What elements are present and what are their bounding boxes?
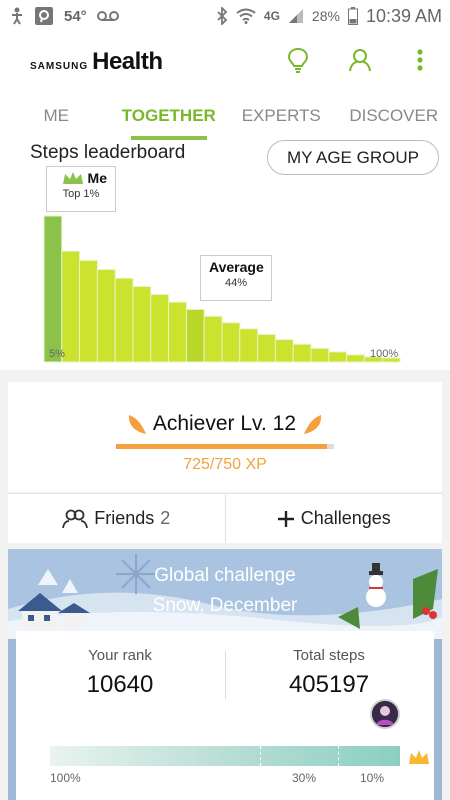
clock-text: 10:39 AM [365, 5, 442, 26]
network-type-text: 4G [263, 9, 280, 23]
bluetooth-icon [216, 6, 228, 26]
challenge-progress-bar [50, 746, 400, 766]
wifi-icon [236, 6, 256, 26]
app-header: SAMSUNG Health [0, 32, 450, 90]
axis-start-label: 5% [49, 348, 65, 360]
avatar [370, 699, 400, 729]
crown-icon [409, 750, 429, 764]
scale-label-30: 30% [292, 771, 317, 785]
leaderboard-bar [168, 301, 187, 363]
winter-banner-illustration [8, 549, 442, 639]
tab-experts[interactable]: EXPERTS [225, 90, 338, 140]
leaderboard-bar [114, 277, 134, 363]
leaderboard-bar [79, 260, 98, 363]
challenges-label: Challenges [300, 508, 391, 528]
more-vert-icon[interactable] [406, 46, 434, 74]
leaderboard-bar [43, 215, 63, 363]
friends-label: Friends [94, 508, 155, 528]
stats-divider [225, 651, 226, 699]
progress-marker-10 [338, 746, 339, 766]
lightbulb-icon[interactable] [284, 46, 312, 74]
challenges-button[interactable]: Challenges [224, 494, 443, 543]
social-actions: Friends 2 Challenges [8, 493, 442, 543]
challenge-stats: Your rank 10640 Total steps 405197 100% … [16, 631, 434, 800]
achiever-title: Achiever Lv. 12 [152, 412, 297, 435]
person-icon[interactable] [346, 46, 374, 74]
temperature-text: 54° [64, 7, 87, 25]
friends-icon [62, 509, 89, 528]
me-rank: Top 1% [62, 188, 100, 200]
xp-progress-fill [116, 444, 327, 449]
leaderboard-bar [328, 351, 348, 363]
me-label: Me [87, 170, 107, 186]
voicemail-icon [96, 6, 119, 26]
tab-together[interactable]: TOGETHER [113, 90, 226, 140]
right-wing-icon [303, 415, 321, 435]
signal-icon [288, 6, 304, 26]
tab-me[interactable]: ME [0, 90, 113, 140]
achiever-card[interactable]: Achiever Lv. 12 725/750 XP [8, 382, 442, 492]
status-bar: 54° 4G 28% 10:39 AM [0, 0, 450, 32]
leaderboard-bar [274, 339, 294, 363]
leaderboard-bar [292, 343, 312, 363]
steps-value: 405197 [288, 671, 370, 698]
leaderboard-bar [185, 308, 205, 363]
brand-samsung: SAMSUNG [30, 61, 89, 72]
leaderboard-bar [132, 286, 152, 363]
left-wing-icon [129, 415, 147, 435]
global-challenge-card[interactable]: Global challenge Snow, December Your ran… [8, 549, 442, 800]
xp-text: 725/750 XP [183, 456, 267, 473]
battery-icon [347, 6, 358, 26]
tab-discover[interactable]: DISCOVER [338, 90, 450, 140]
steps-leaderboard: Steps leaderboard MY AGE GROUP Me Top 1%… [0, 140, 450, 370]
leaderboard-bar [150, 294, 170, 363]
average-callout: Average 44% [200, 255, 272, 301]
rank-label: Your rank [88, 647, 152, 664]
accessibility-icon [10, 6, 24, 26]
steps-label: Total steps [293, 647, 365, 664]
challenge-subtitle: Snow, December [152, 595, 298, 616]
friends-button[interactable]: Friends 2 [8, 494, 225, 543]
tab-bar: ME TOGETHER EXPERTS DISCOVER [0, 90, 450, 140]
crown-icon [62, 172, 83, 184]
plus-icon [277, 510, 294, 527]
leaderboard-bar [310, 347, 330, 363]
leaderboard-bar [96, 269, 116, 363]
scale-label-100: 100% [50, 771, 81, 785]
leaderboard-bar [239, 328, 259, 363]
friends-count: 2 [160, 508, 171, 528]
leaderboard-bar [257, 333, 276, 363]
battery-percent-text: 28% [311, 8, 340, 24]
rank-value: 10640 [86, 671, 154, 698]
app-notification-icon [34, 6, 54, 26]
samsung-health-logo: SAMSUNG Health [30, 48, 163, 76]
progress-marker-30 [260, 746, 261, 766]
leaderboard-bar [203, 315, 223, 363]
axis-end-label: 100% [370, 348, 399, 360]
xp-progress-bar [116, 444, 334, 449]
scale-label-10: 10% [360, 771, 385, 785]
brand-health: Health [92, 48, 163, 75]
average-label: Average [209, 259, 264, 275]
average-value: 44% [224, 277, 248, 289]
leaderboard-bar [221, 322, 241, 363]
challenge-title: Global challenge [154, 565, 296, 586]
me-callout: Me Top 1% [46, 166, 116, 212]
leaderboard-bar [61, 250, 81, 363]
leaderboard-bar [346, 354, 365, 363]
